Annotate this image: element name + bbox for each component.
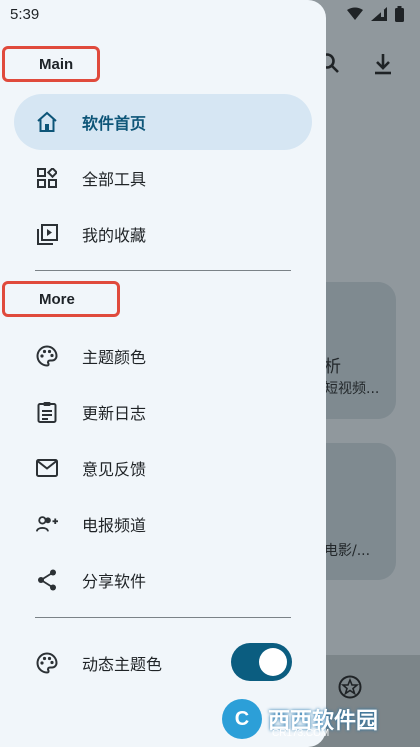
nav-item-feedback[interactable]: 意见反馈	[14, 440, 312, 496]
wifi-icon	[347, 7, 363, 20]
background-text-2: 短视频...	[324, 381, 380, 397]
group-add-icon	[36, 513, 58, 535]
status-icons	[347, 6, 404, 22]
share-icon	[36, 569, 58, 591]
download-icon	[372, 52, 394, 82]
nav-item-theme-color[interactable]: 主题颜色	[14, 328, 312, 384]
palette-icon	[36, 652, 58, 674]
nav-item-favorites[interactable]: 我的收藏	[14, 206, 312, 262]
divider	[35, 270, 291, 271]
nav-item-label: 主题颜色	[82, 348, 147, 367]
navigation-drawer: 5:39 Main 软件首页 全部工具 我的收藏 More 主题颜色 更新日志	[0, 0, 326, 747]
signal-icon	[371, 7, 387, 21]
toggle-knob	[259, 648, 287, 676]
background-text-1: 析	[324, 357, 341, 377]
status-time: 5:39	[10, 6, 40, 23]
section-header-more: More	[2, 281, 120, 317]
nav-item-share[interactable]: 分享软件	[14, 552, 312, 608]
nav-item-label: 分享软件	[82, 572, 147, 591]
nav-item-all-tools[interactable]: 全部工具	[14, 150, 312, 206]
nav-item-label: 电报频道	[82, 516, 147, 535]
nav-item-changelog[interactable]: 更新日志	[14, 384, 312, 440]
nav-item-label: 软件首页	[82, 114, 147, 133]
video-library-icon	[36, 223, 58, 245]
mail-icon	[36, 457, 58, 479]
nav-item-label: 我的收藏	[82, 226, 147, 245]
nav-item-label: 更新日志	[82, 404, 147, 423]
nav-item-label: 动态主题色	[82, 655, 163, 674]
watermark-logo: C	[222, 699, 262, 739]
nav-item-telegram-channel[interactable]: 电报频道	[14, 496, 312, 552]
battery-icon	[395, 6, 404, 22]
section-header-main: Main	[2, 46, 100, 82]
dynamic-theme-toggle[interactable]	[231, 643, 292, 681]
grid-icon	[36, 167, 58, 189]
nav-item-home[interactable]: 软件首页	[14, 94, 312, 150]
nav-item-label: 全部工具	[82, 170, 147, 189]
nav-item-label: 意见反馈	[82, 460, 147, 479]
clipboard-icon	[36, 401, 58, 423]
palette-icon	[36, 345, 58, 367]
divider	[35, 617, 291, 618]
home-icon	[36, 111, 58, 133]
watermark-site: CR173.COM	[272, 728, 330, 739]
background-text-3: 电影/...	[324, 543, 371, 559]
